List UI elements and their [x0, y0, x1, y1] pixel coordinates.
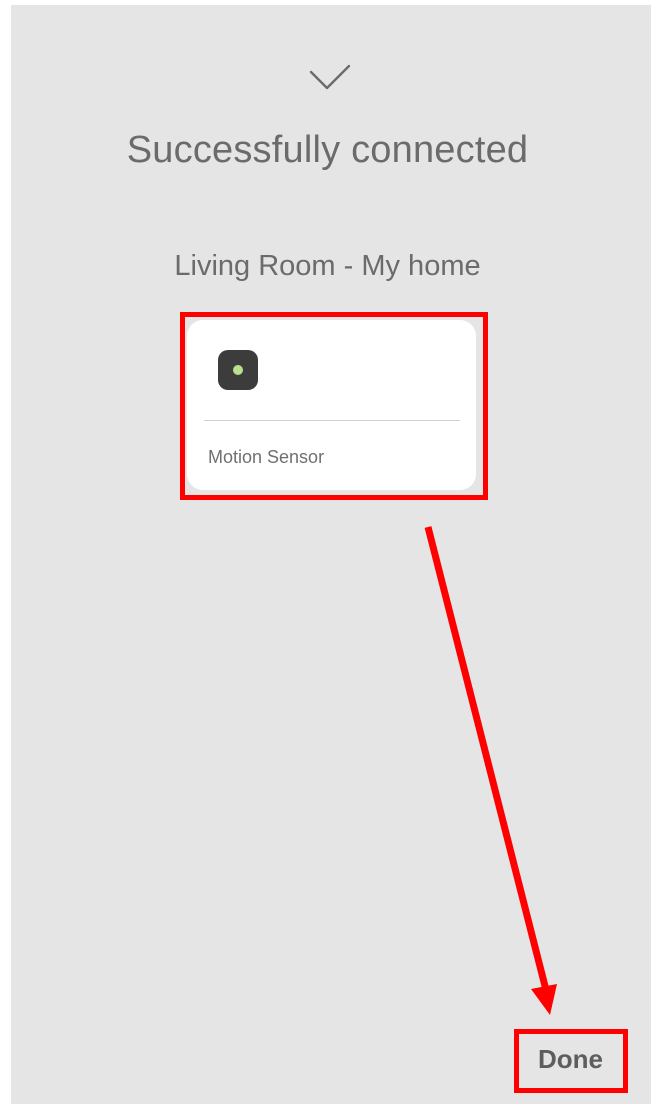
room-label: Living Room - My home: [174, 250, 481, 282]
sensor-status-dot: [233, 365, 243, 375]
motion-sensor-icon: [218, 350, 258, 390]
card-divider: [204, 420, 460, 421]
success-title: Successfully connected: [126, 129, 529, 171]
done-button[interactable]: Done: [519, 1030, 622, 1088]
device-card[interactable]: Motion Sensor: [187, 320, 476, 490]
check-icon: [309, 64, 351, 90]
device-name: Motion Sensor: [208, 447, 325, 467]
